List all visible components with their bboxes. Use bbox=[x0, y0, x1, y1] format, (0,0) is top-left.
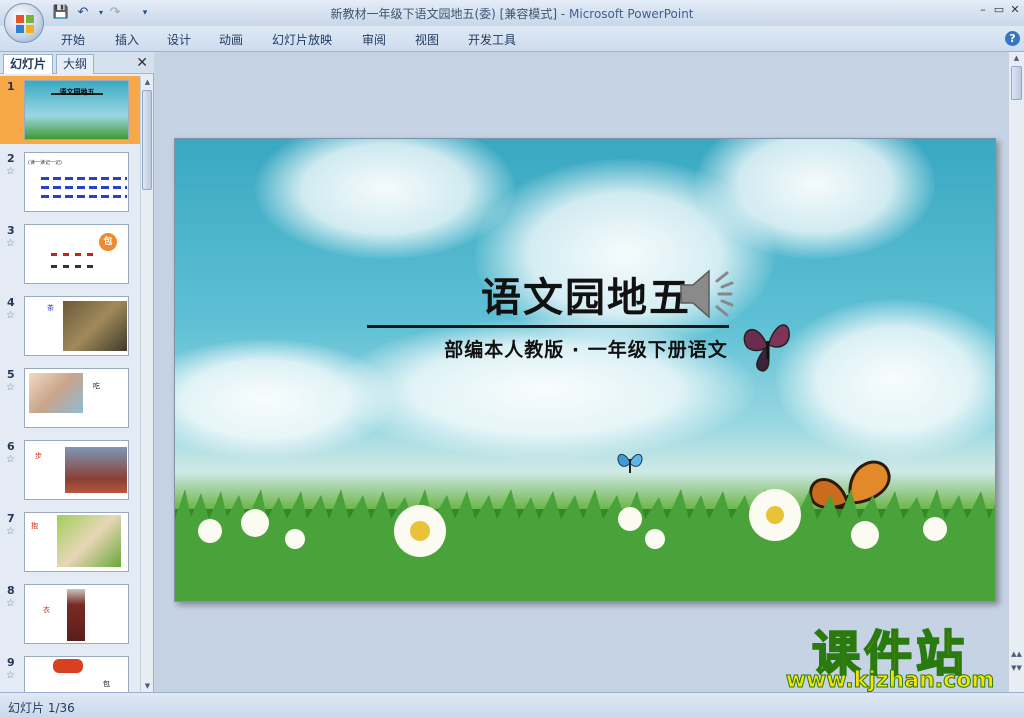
prev-slide-icon[interactable]: ▲▲ bbox=[1010, 648, 1023, 660]
slide-counter: 幻灯片 1/36 bbox=[8, 701, 75, 715]
thumb-text: 步 bbox=[35, 452, 42, 460]
thumb-preview: 包 bbox=[24, 224, 129, 284]
thumb-preview: 步 bbox=[24, 440, 129, 500]
animation-star-icon: ☆ bbox=[6, 310, 15, 321]
slide-thumbnail-8[interactable]: 8 ☆ 衣 bbox=[0, 580, 140, 648]
thumb-photo bbox=[53, 659, 83, 673]
tab-review[interactable]: 审阅 bbox=[362, 31, 386, 48]
slide-thumbnail-7[interactable]: 7 ☆ 抱 bbox=[0, 508, 140, 576]
thumb-preview: 衣 bbox=[24, 584, 129, 644]
thumb-text: 茶 bbox=[47, 304, 54, 312]
slide-thumbnail-2[interactable]: 2 ☆ (读一读记一记) bbox=[0, 148, 140, 216]
watermark-url: www.kjzhan.com bbox=[785, 668, 995, 694]
animation-star-icon: ☆ bbox=[6, 454, 15, 465]
thumb-preview: 包 bbox=[24, 656, 129, 692]
office-button[interactable] bbox=[4, 3, 44, 43]
tab-home[interactable]: 开始 bbox=[61, 31, 85, 48]
slide-thumbnail-5[interactable]: 5 ☆ 吃 bbox=[0, 364, 140, 432]
thumb-preview: 抱 bbox=[24, 512, 129, 572]
thumb-text: 包 bbox=[103, 680, 110, 688]
scroll-down-icon[interactable]: ▼ bbox=[141, 680, 154, 692]
close-button[interactable]: ✕ bbox=[1008, 3, 1022, 17]
thumb-photo bbox=[29, 373, 83, 413]
thumb-text: 吃 bbox=[93, 382, 100, 390]
minimize-button[interactable]: – bbox=[976, 3, 990, 17]
document-title: 新教材一年级下语文园地五(委) [兼容模式] - bbox=[330, 7, 569, 21]
window-title: 新教材一年级下语文园地五(委) [兼容模式] - Microsoft Power… bbox=[0, 5, 1024, 22]
slides-panel: 幻灯片 大纲 ✕ 1 语文园地五 2 ☆ (读一读记一记) 3 ☆ 包 4 ☆ … bbox=[0, 52, 154, 692]
thumb-preview: 吃 bbox=[24, 368, 129, 428]
animation-star-icon: ☆ bbox=[6, 526, 15, 537]
tab-outline[interactable]: 大纲 bbox=[56, 54, 95, 74]
scroll-thumb[interactable] bbox=[142, 90, 152, 190]
slide-subtitle[interactable]: 部编本人教版 · 一年级下册语文 bbox=[175, 335, 995, 362]
panel-tabs: 幻灯片 大纲 ✕ bbox=[0, 52, 154, 74]
slide-thumbnail-6[interactable]: 6 ☆ 步 bbox=[0, 436, 140, 504]
thumb-title: 语文园地五 bbox=[59, 88, 95, 96]
thumb-photo bbox=[65, 447, 127, 493]
scroll-up-icon[interactable]: ▲ bbox=[1010, 52, 1023, 64]
thumb-number: 7 bbox=[7, 512, 15, 525]
tab-animations[interactable]: 动画 bbox=[219, 31, 243, 48]
animation-star-icon: ☆ bbox=[6, 166, 15, 177]
thumb-number: 5 bbox=[7, 368, 15, 381]
tab-view[interactable]: 视图 bbox=[415, 31, 439, 48]
thumb-number: 4 bbox=[7, 296, 15, 309]
thumb-text: 衣 bbox=[43, 606, 50, 614]
thumb-badge: 包 bbox=[99, 233, 117, 251]
animation-star-icon: ☆ bbox=[6, 598, 15, 609]
slide-thumbnail-3[interactable]: 3 ☆ 包 bbox=[0, 220, 140, 288]
close-icon[interactable]: ✕ bbox=[136, 55, 148, 71]
butterfly-icon bbox=[617, 453, 643, 473]
tab-developer[interactable]: 开发工具 bbox=[468, 31, 516, 48]
thumb-number: 6 bbox=[7, 440, 15, 453]
office-logo-icon bbox=[16, 15, 34, 33]
thumb-number: 3 bbox=[7, 224, 15, 237]
restore-button[interactable]: ▭ bbox=[992, 3, 1006, 17]
cloud bbox=[775, 299, 995, 459]
status-bar: 幻灯片 1/36 bbox=[0, 692, 1024, 718]
thumb-preview: (读一读记一记) bbox=[24, 152, 129, 212]
tab-design[interactable]: 设计 bbox=[167, 31, 191, 48]
title-bar: 💾 ↶ ▾ ↷ ▾ 新教材一年级下语文园地五(委) [兼容模式] - Micro… bbox=[0, 0, 1024, 26]
editor-scrollbar[interactable]: ▲ ▲▲ ▼▼ bbox=[1008, 52, 1024, 692]
animation-star-icon: ☆ bbox=[6, 670, 15, 681]
slide-thumbnail-1[interactable]: 1 语文园地五 bbox=[0, 76, 140, 144]
thumb-photo bbox=[67, 589, 85, 641]
animation-star-icon: ☆ bbox=[6, 238, 15, 249]
butterfly-icon bbox=[743, 324, 790, 372]
slide-thumbnail-9[interactable]: 9 ☆ 包 bbox=[0, 652, 140, 692]
slide-title[interactable]: 语文园地五 bbox=[175, 265, 995, 323]
thumb-text: (读一读记一记) bbox=[28, 160, 62, 166]
tab-insert[interactable]: 插入 bbox=[115, 31, 139, 48]
thumb-photo bbox=[63, 301, 127, 351]
help-icon[interactable]: ? bbox=[1005, 31, 1020, 46]
tab-slides[interactable]: 幻灯片 bbox=[3, 54, 54, 74]
thumb-photo bbox=[57, 515, 121, 567]
animation-star-icon: ☆ bbox=[6, 382, 15, 393]
thumbnail-list: 1 语文园地五 2 ☆ (读一读记一记) 3 ☆ 包 4 ☆ 茶 5 ☆ 吃 6… bbox=[0, 76, 140, 692]
thumb-number: 2 bbox=[7, 152, 15, 165]
thumb-number: 8 bbox=[7, 584, 15, 597]
speaker-icon[interactable] bbox=[675, 259, 745, 329]
scroll-thumb[interactable] bbox=[1011, 66, 1022, 100]
thumbnail-scrollbar[interactable]: ▲ ▼ bbox=[140, 76, 153, 692]
watermark-logo: 课件站 www.kjzhan.com bbox=[776, 618, 1004, 694]
thumb-number: 1 bbox=[7, 80, 15, 93]
thumb-number: 9 bbox=[7, 656, 15, 669]
app-name: Microsoft PowerPoint bbox=[569, 7, 694, 21]
slide-thumbnail-4[interactable]: 4 ☆ 茶 bbox=[0, 292, 140, 360]
scroll-up-icon[interactable]: ▲ bbox=[141, 76, 154, 88]
thumb-text: 抱 bbox=[31, 522, 38, 530]
thumb-preview: 语文园地五 bbox=[24, 80, 129, 140]
slide-canvas[interactable]: 语文园地五 部编本人教版 · 一年级下册语文 bbox=[174, 138, 996, 602]
thumb-preview: 茶 bbox=[24, 296, 129, 356]
grass-field bbox=[175, 489, 995, 601]
ribbon: 开始 插入 设计 动画 幻灯片放映 审阅 视图 开发工具 ? bbox=[0, 26, 1024, 52]
next-slide-icon[interactable]: ▼▼ bbox=[1010, 662, 1023, 674]
tab-slideshow[interactable]: 幻灯片放映 bbox=[272, 31, 332, 48]
